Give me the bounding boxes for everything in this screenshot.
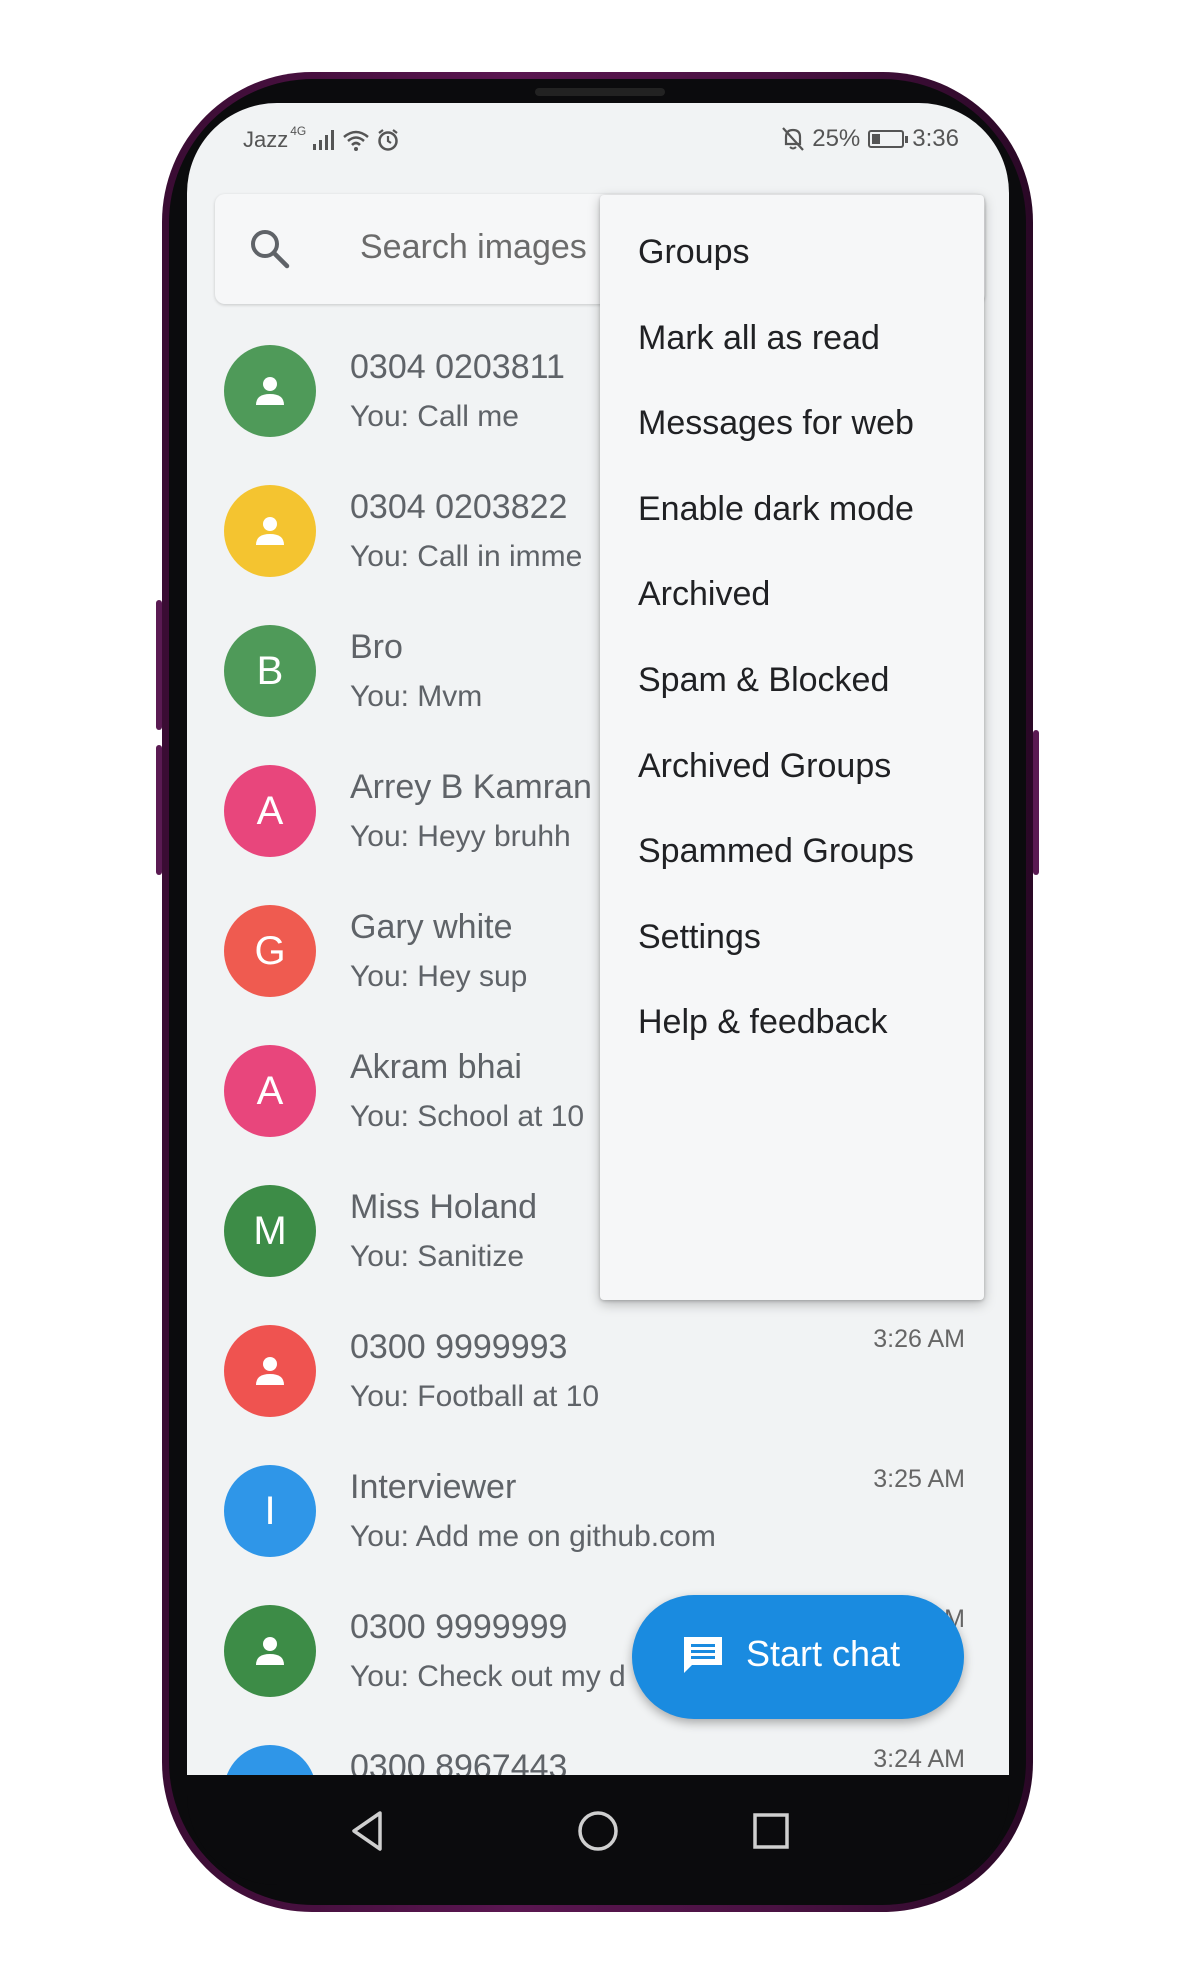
message-time: 3:24 AM: [873, 1745, 965, 1773]
menu-item-mark-all-as-read[interactable]: Mark all as read: [638, 319, 880, 358]
start-chat-button[interactable]: Start chat: [632, 1595, 964, 1719]
avatar: [224, 1745, 316, 1775]
screen: Jazz 4G 25% 3:36 Search images 0304 0203…: [187, 103, 1009, 1775]
message-snippet: You: Add me on github.com: [350, 1520, 716, 1553]
message-time: 3:25 AM: [873, 1465, 965, 1493]
menu-item-settings[interactable]: Settings: [638, 918, 761, 957]
volume-button: [156, 600, 162, 730]
chat-icon: [684, 1637, 722, 1673]
battery-percent: 25%: [812, 125, 861, 152]
person-avatar: [224, 1325, 316, 1417]
recents-icon[interactable]: [745, 1805, 797, 1857]
avatar: A: [224, 765, 316, 857]
back-icon[interactable]: [342, 1805, 394, 1857]
wifi-icon: [343, 130, 370, 151]
person-icon: [256, 377, 284, 405]
avatar: I: [224, 1465, 316, 1557]
person-icon: [256, 1357, 284, 1385]
avatar: G: [224, 905, 316, 997]
person-icon: [256, 517, 284, 545]
menu-item-help-feedback[interactable]: Help & feedback: [638, 1003, 888, 1042]
start-chat-label: Start chat: [746, 1633, 901, 1674]
message-time: 3:26 AM: [873, 1325, 965, 1353]
notifications-off-icon: [782, 127, 805, 151]
person-avatar: [224, 485, 316, 577]
person-icon: [256, 1637, 284, 1665]
message-snippet: You: Football at 10: [350, 1380, 600, 1413]
avatar: A: [224, 1045, 316, 1137]
overflow-menu: Groups Mark all as read Messages for web En…: [600, 195, 984, 1300]
menu-item-spammed-groups[interactable]: Spammed Groups: [638, 832, 914, 871]
message-snippet: You: Call me: [350, 400, 519, 433]
message-snippet: You: Check out my d: [350, 1660, 626, 1693]
status-left: Jazz 4G: [243, 124, 400, 153]
message-snippet: You: Hey sup: [350, 960, 528, 993]
person-avatar: [224, 1605, 316, 1697]
contact-name: 0300 8967443: [350, 1748, 568, 1775]
home-icon[interactable]: [572, 1805, 624, 1857]
earpiece-speaker: [535, 88, 665, 96]
menu-item-enable-dark-mode[interactable]: Enable dark mode: [638, 490, 914, 529]
conversation-item[interactable]: 0300 9999993 You: Football at 10 3:26 AM: [187, 1325, 1009, 1465]
navigation-bar: [187, 1775, 1009, 1885]
menu-item-archived[interactable]: Archived: [638, 575, 770, 614]
carrier-label: Jazz: [243, 127, 289, 152]
volume-button-lower: [156, 745, 162, 875]
avatar: M: [224, 1185, 316, 1277]
contact-name: 0300 9999993: [350, 1328, 568, 1366]
contact-name: Gary white: [350, 908, 513, 946]
search-icon[interactable]: [247, 226, 293, 272]
message-snippet: You: Call in imme: [350, 540, 583, 573]
status-bar: Jazz 4G 25% 3:36: [187, 103, 1009, 183]
conversation-item[interactable]: I Interviewer You: Add me on github.com 3:2…: [187, 1465, 1009, 1605]
message-snippet: You: Mvm: [350, 680, 483, 713]
menu-item-groups[interactable]: Groups: [638, 233, 750, 272]
menu-item-archived-groups[interactable]: Archived Groups: [638, 747, 891, 786]
power-button: [1033, 730, 1039, 875]
status-right: 25% 3:36: [782, 125, 959, 153]
message-snippet: You: Heyy bruhh: [350, 820, 571, 853]
alarm-icon: [378, 129, 399, 151]
conversation-item[interactable]: 0300 8967443 3:24 AM: [187, 1745, 1009, 1775]
menu-item-messages-for-web[interactable]: Messages for web: [638, 404, 914, 443]
search-input[interactable]: Search images: [360, 228, 587, 267]
avatar: B: [224, 625, 316, 717]
contact-name: 0300 9999999: [350, 1608, 568, 1646]
contact-name: Akram bhai: [350, 1048, 522, 1086]
contact-name: Interviewer: [350, 1468, 517, 1506]
person-avatar: [224, 345, 316, 437]
contact-name: Bro: [350, 628, 403, 666]
signal-icon: [313, 130, 335, 150]
clock: 3:36: [912, 125, 959, 152]
message-snippet: You: Sanitize: [350, 1240, 525, 1273]
message-snippet: You: School at 10: [350, 1100, 585, 1133]
battery-icon: [868, 130, 909, 148]
contact-name: Arrey B Kamran: [350, 768, 592, 806]
network-type: 4G: [290, 124, 307, 138]
contact-name: 0304 0203811: [350, 348, 565, 386]
contact-name: Miss Holand: [350, 1188, 538, 1226]
menu-item-spam-blocked[interactable]: Spam & Blocked: [638, 661, 889, 700]
contact-name: 0304 0203822: [350, 488, 568, 526]
